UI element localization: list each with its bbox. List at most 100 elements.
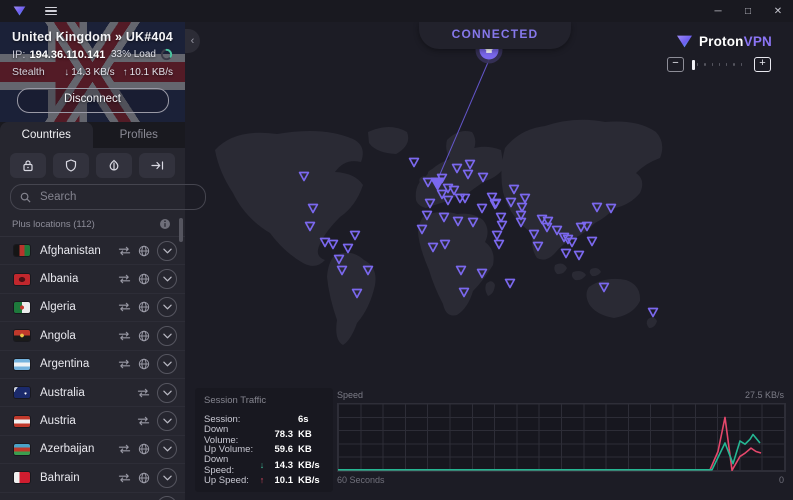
proton-logo-icon [676, 34, 693, 49]
expand-country-button[interactable] [157, 383, 177, 403]
sidebar-tabs: CountriesProfiles [0, 122, 185, 148]
country-flag-icon [14, 330, 30, 341]
search-input[interactable] [38, 190, 196, 204]
country-flag-icon [14, 387, 30, 398]
map-pin[interactable] [495, 241, 504, 249]
country-row[interactable]: Azerbaijan [0, 436, 185, 464]
expand-country-button[interactable] [157, 411, 177, 431]
map-pin[interactable] [344, 245, 353, 253]
traffic-value: 59.6 [267, 444, 293, 455]
globe-icon [138, 245, 150, 257]
country-row[interactable]: Argentina [0, 351, 185, 379]
graph-x-label: 60 Seconds [337, 475, 385, 485]
traffic-unit: KB/s [298, 475, 324, 486]
ip-label: IP: [12, 49, 25, 61]
map-pin[interactable] [498, 222, 507, 230]
expand-country-button[interactable] [157, 269, 177, 289]
smart-routing-icon [137, 388, 150, 398]
globe-icon [138, 273, 150, 285]
map-pin[interactable] [351, 232, 360, 240]
map-pin[interactable] [506, 280, 515, 288]
country-row[interactable]: Albania [0, 265, 185, 293]
map-pin[interactable] [588, 238, 597, 246]
map-pin[interactable] [478, 205, 487, 213]
traffic-value: 10.1 [267, 475, 293, 486]
expand-country-button[interactable] [157, 439, 177, 459]
zoom-slider-handle[interactable] [692, 60, 695, 70]
filter-bar [0, 148, 185, 182]
chevron-down-icon [163, 418, 172, 424]
session-traffic-title: Session Traffic [204, 395, 324, 406]
expand-country-button[interactable] [157, 496, 177, 500]
graph-title: Speed [337, 390, 363, 400]
map-pin[interactable] [461, 195, 470, 203]
connection-header: United Kingdom » UK#404 IP: 194.36.110.1… [0, 22, 185, 122]
country-name: Albania [40, 273, 118, 285]
speed-graph-plot [337, 403, 786, 472]
tab-profiles[interactable]: Profiles [93, 122, 186, 148]
map-pin[interactable] [562, 250, 571, 258]
info-icon[interactable] [159, 218, 171, 230]
expand-country-button[interactable] [157, 468, 177, 488]
search-box[interactable] [10, 184, 206, 210]
country-name: Afghanistan [40, 245, 118, 257]
country-name: Azerbaijan [40, 443, 118, 455]
minimize-button[interactable]: ─ [703, 0, 733, 22]
protonvpn-window: ─ □ ✕ United Kingdom » UK#404 IP: 194.36… [0, 0, 793, 500]
tor-button[interactable] [96, 153, 132, 178]
country-name: Angola [40, 330, 118, 342]
expand-country-button[interactable] [157, 326, 177, 346]
country-flag-icon [14, 245, 30, 256]
sidebar-scrollbar[interactable] [179, 218, 183, 242]
country-name: Bahrain [40, 472, 118, 484]
traffic-value: 14.3 [267, 460, 293, 471]
globe-icon [138, 358, 150, 370]
chevron-down-icon [163, 390, 172, 396]
hamburger-menu-icon[interactable] [42, 4, 60, 19]
map-pin[interactable] [568, 239, 577, 247]
map-pin[interactable] [497, 214, 506, 222]
map-pin[interactable] [329, 241, 338, 249]
traffic-row: Up Speed:↑10.1KB/s [204, 473, 324, 488]
map-pin[interactable] [410, 159, 419, 167]
expand-country-button[interactable] [157, 354, 177, 374]
secure-core-button[interactable] [10, 153, 46, 178]
brand-vpn: VPN [744, 34, 772, 49]
close-button[interactable]: ✕ [763, 0, 793, 22]
sidebar: United Kingdom » UK#404 IP: 194.36.110.1… [0, 22, 185, 500]
map-pin[interactable] [575, 252, 584, 260]
netshield-button[interactable] [53, 153, 89, 178]
smart-routing-icon [118, 331, 131, 341]
p2p-button[interactable] [139, 153, 175, 178]
download-speed: 14.3 KB/s [71, 67, 114, 78]
tab-countries[interactable]: Countries [0, 122, 93, 148]
zoom-slider[interactable] [690, 59, 748, 71]
map-pin[interactable] [649, 309, 658, 317]
expand-country-button[interactable] [157, 241, 177, 261]
disconnect-button[interactable]: Disconnect [17, 88, 169, 113]
upload-speed: 10.1 KB/s [130, 67, 173, 78]
traffic-label: Down Speed: [204, 454, 257, 476]
country-flag-icon [14, 359, 30, 370]
traffic-unit: KB [298, 444, 324, 455]
traffic-value: 78.3 [267, 429, 293, 440]
country-row[interactable]: Angola [0, 322, 185, 350]
maximize-button[interactable]: □ [733, 0, 763, 22]
country-flag-icon [14, 302, 30, 313]
country-row[interactable]: Algeria [0, 294, 185, 322]
country-row[interactable]: Austria [0, 407, 185, 435]
smart-routing-icon [118, 246, 131, 256]
country-row[interactable]: Bangladesh [0, 493, 185, 500]
zoom-out-button[interactable]: − [667, 57, 684, 72]
map-pin[interactable] [321, 239, 330, 247]
country-row[interactable]: Bahrain [0, 464, 185, 492]
country-list: Afghanistan Albania Algeria Angola Argentina… [0, 236, 185, 500]
country-row[interactable]: Australia [0, 379, 185, 407]
expand-country-button[interactable] [157, 297, 177, 317]
zoom-in-button[interactable]: + [754, 57, 771, 72]
server-load: 33% Load [111, 49, 156, 60]
chevron-down-icon [163, 361, 172, 367]
chevron-down-icon [163, 276, 172, 282]
map-pin[interactable] [493, 232, 502, 240]
country-row[interactable]: Afghanistan [0, 237, 185, 265]
